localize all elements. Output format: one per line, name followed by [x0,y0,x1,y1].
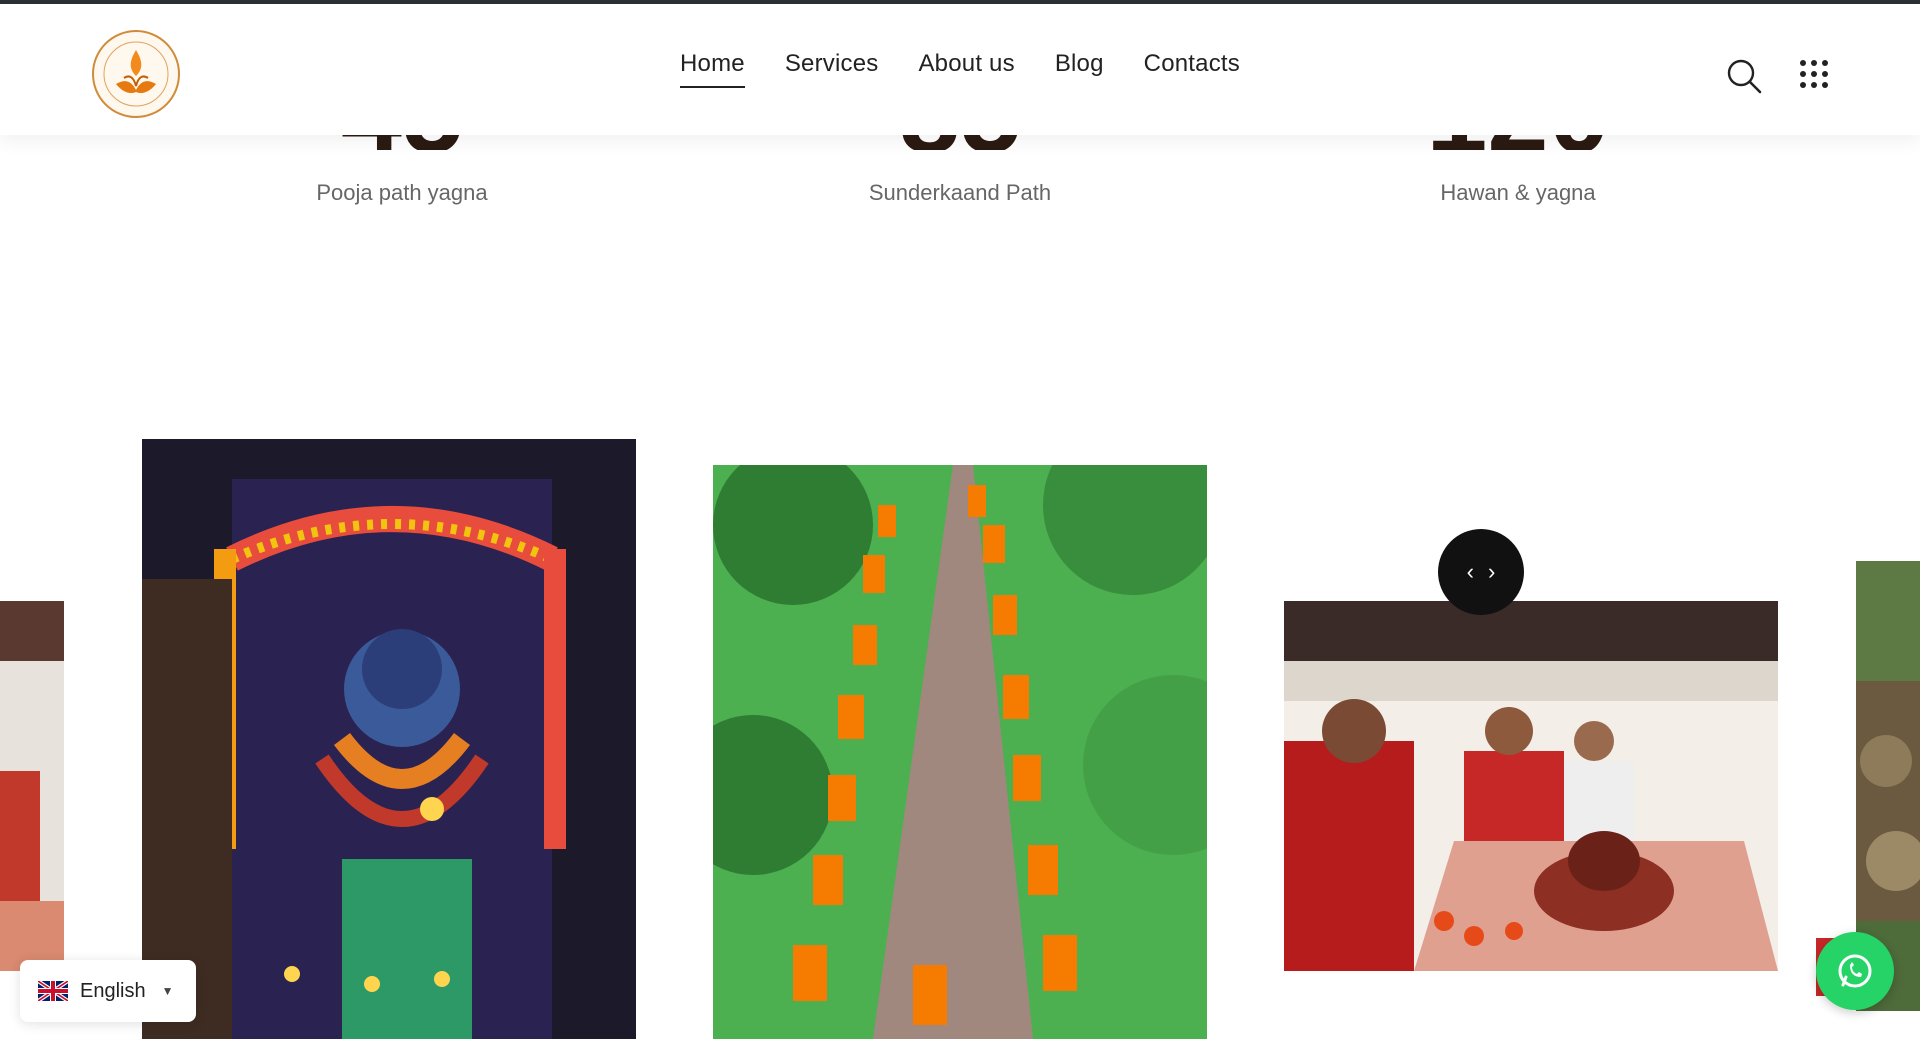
nav-services[interactable]: Services [785,50,879,88]
language-selector[interactable]: English ▼ [20,960,196,1022]
site-header: Home Services About us Blog Contacts [0,4,1920,135]
main-nav: Home Services About us Blog Contacts [680,50,1240,88]
prev-arrow-icon[interactable]: ‹ [1467,561,1474,583]
next-arrow-icon[interactable]: › [1488,561,1495,583]
nav-contacts[interactable]: Contacts [1144,50,1240,88]
gallery-photo-monks-on-path[interactable] [713,465,1207,1039]
counter-label: Sunderkaand Path [868,180,1052,205]
grid-menu-icon[interactable] [1798,58,1830,90]
nav-home[interactable]: Home [680,50,745,88]
whatsapp-icon [1838,954,1872,988]
gallery-nav: ‹ › [1438,529,1524,615]
site-logo[interactable] [90,28,182,120]
gallery-photo-deity-aarti[interactable] [142,439,636,1039]
gallery-photo-shivling-pooja[interactable] [1284,601,1778,971]
whatsapp-button[interactable] [1816,932,1894,1010]
uk-flag-icon [38,981,68,1001]
language-label: English [80,979,146,1002]
search-icon[interactable] [1726,58,1762,94]
caret-down-icon: ▼ [161,984,174,998]
gallery-photo-partial-left[interactable] [0,601,64,971]
counter-label: Hawan & yagna [1440,180,1596,205]
nav-blog[interactable]: Blog [1055,50,1104,88]
nav-about-us[interactable]: About us [918,50,1014,88]
counter-label: Pooja path yagna [316,180,488,205]
